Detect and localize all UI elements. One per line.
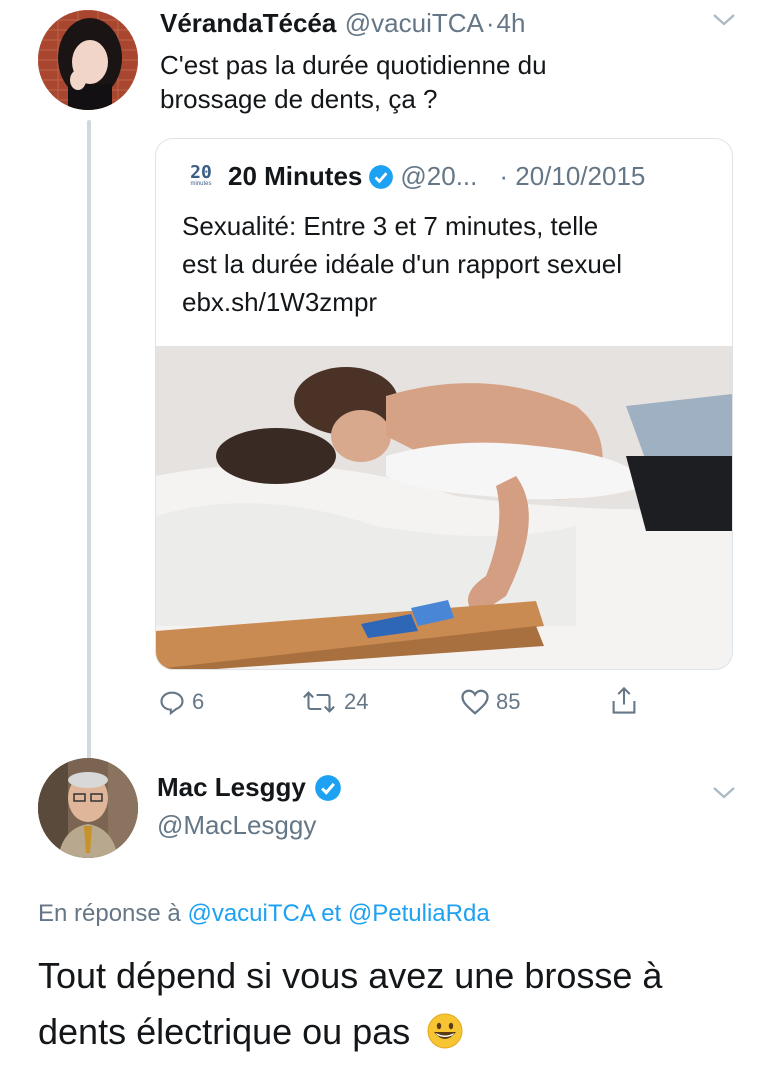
quoted-display-name[interactable]: 20 Minutes: [228, 161, 362, 192]
20minutes-logo-icon: 20 minutes: [190, 162, 212, 188]
like-action[interactable]: 85: [460, 688, 520, 716]
profile-photo-woman-icon: [38, 10, 138, 110]
tweet2-name-row: Mac Lesggy: [157, 772, 342, 803]
heart-icon: [461, 689, 489, 715]
tweet-time[interactable]: 4h: [497, 8, 526, 38]
tweet1-text: C'est pas la durée quotidienne du brossa…: [160, 48, 547, 116]
quoted-text-line1: Sexualité: Entre 3 et 7 minutes, telle: [182, 211, 599, 241]
tweet1-text-line2: brossage de dents, ça ?: [160, 84, 438, 114]
quoted-handle[interactable]: @20...: [400, 161, 477, 192]
grinning-face-emoji-icon: [426, 1010, 464, 1066]
user-handle[interactable]: @vacuiTCA: [345, 8, 484, 38]
reply-icon: [160, 691, 184, 716]
retweet-count: 24: [344, 689, 369, 714]
reply-count: 6: [192, 689, 205, 714]
like-count: 85: [496, 689, 521, 714]
couple-in-bed-photo-icon: [156, 346, 732, 669]
quoted-header: 20 minutes 20 Minutes @20... · 20/10/201…: [186, 161, 645, 192]
display-name[interactable]: Mac Lesggy: [157, 772, 306, 803]
profile-photo-man-icon: [38, 758, 138, 858]
share-action[interactable]: [610, 686, 638, 716]
chevron-down-icon[interactable]: [710, 10, 738, 35]
quoted-link[interactable]: ebx.sh/1W3zmpr: [182, 283, 622, 321]
retweet-icon: [303, 691, 335, 713]
quoted-text-line2: est la durée idéale d'un rapport sexuel: [182, 249, 623, 279]
separator-dot: ·: [485, 8, 495, 38]
verified-badge-icon: [314, 774, 341, 801]
mention-vacuitca[interactable]: @vacuiTCA: [187, 900, 314, 927]
share-icon: [612, 686, 636, 714]
mention-conjunction: et: [321, 900, 342, 927]
quoted-media-image[interactable]: [156, 346, 732, 669]
reply-action[interactable]: 6: [158, 688, 204, 716]
user-handle[interactable]: @MacLesggy: [157, 810, 316, 841]
mention-petuliarda[interactable]: @PetuliaRda: [348, 900, 490, 927]
tweet2-text-line2: dents électrique ou pas: [38, 1011, 411, 1052]
tweet2-text-line1: Tout dépend si vous avez une brosse à: [38, 955, 663, 996]
quoted-date[interactable]: · 20/10/2015: [499, 161, 645, 192]
tweet1-header: VérandaTécéa @vacuiTCA·4h: [160, 8, 525, 39]
tweet2-text-line2-wrap: dents électrique ou pas: [38, 1004, 662, 1066]
display-name[interactable]: VérandaTécéa: [160, 8, 336, 38]
verified-badge-icon: [369, 164, 394, 189]
avatar-verandatecea[interactable]: [38, 10, 138, 110]
quoted-text: Sexualité: Entre 3 et 7 minutes, telle e…: [182, 207, 622, 321]
tweet1-text-line1: C'est pas la durée quotidienne du: [160, 50, 547, 80]
avatar-maclesggy[interactable]: [38, 758, 138, 858]
thread-connector-line: [87, 120, 91, 760]
tweet2-text: Tout dépend si vous avez une brosse à de…: [38, 948, 662, 1066]
retweet-action[interactable]: 24: [300, 688, 368, 716]
reply-prefix: En réponse à: [38, 900, 181, 927]
quoted-tweet-card[interactable]: 20 minutes 20 Minutes @20... · 20/10/201…: [155, 138, 733, 670]
reply-context: En réponse à @vacuiTCA et @PetuliaRda: [38, 900, 490, 928]
chevron-down-icon[interactable]: [710, 783, 738, 808]
